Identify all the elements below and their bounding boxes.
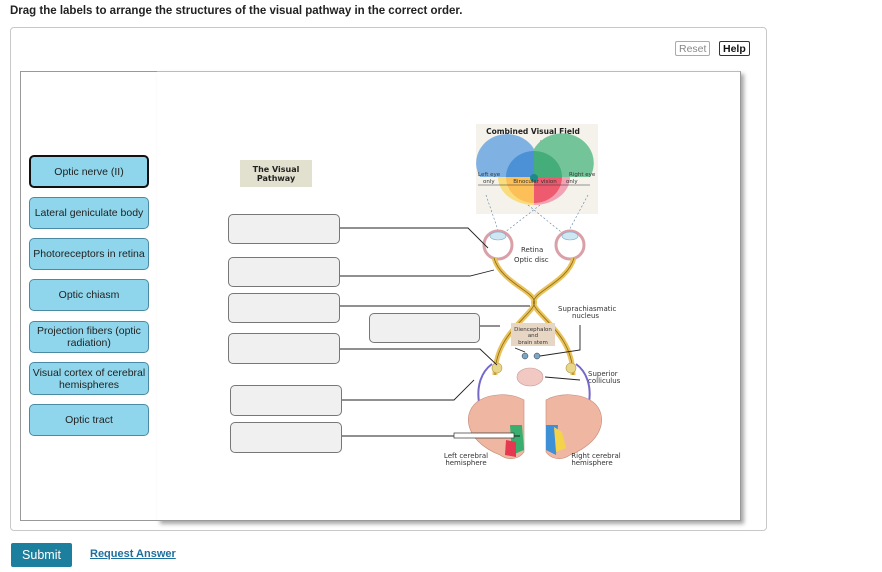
- right-hemisphere: [545, 394, 602, 460]
- diagram-title-line1: The Visual: [253, 165, 300, 174]
- left-eye: [482, 229, 514, 261]
- left-eye-only-label: Left eye: [478, 172, 501, 178]
- superior-colliculus: [516, 367, 544, 387]
- right-eye-only-label2: only: [566, 179, 578, 185]
- retina-label: Retina: [521, 246, 543, 254]
- optic-disc-label: Optic disc: [514, 256, 549, 264]
- left-hemisphere: [468, 394, 525, 460]
- drop-target-5[interactable]: [228, 333, 340, 364]
- drop-target-4[interactable]: [369, 313, 480, 343]
- left-hemisphere-label2: hemisphere: [445, 459, 486, 467]
- visual-pathway-diagram: The Visual Pathway Combined Visual Field…: [240, 124, 621, 467]
- diagram-title-line2: Pathway: [257, 174, 296, 183]
- binocular-label: Binocular vision: [513, 179, 557, 185]
- drop-target-3[interactable]: [228, 293, 340, 323]
- drop-target-7[interactable]: [230, 422, 342, 453]
- diencephalon-label2: and: [528, 333, 538, 339]
- optic-nerves: [491, 257, 577, 376]
- right-eye-only-label: Right eye: [569, 172, 596, 178]
- submit-button[interactable]: Submit: [11, 543, 72, 567]
- diencephalon-label3: brain stem: [518, 340, 548, 346]
- nucleus-right: [533, 352, 541, 360]
- right-eye: [554, 229, 586, 261]
- lateral-geniculate-right: [565, 362, 577, 374]
- nucleus-left: [521, 352, 529, 360]
- drop-target-6[interactable]: [230, 385, 342, 416]
- suprachiasmatic-label2: nucleus: [572, 312, 599, 320]
- right-hemisphere-label2: hemisphere: [571, 459, 612, 467]
- left-eye-only-label2: only: [483, 179, 495, 185]
- drop-target-2[interactable]: [228, 257, 340, 287]
- request-answer-link[interactable]: Request Answer: [90, 548, 176, 560]
- superior-colliculus-label2: colliculus: [588, 377, 621, 385]
- drop-target-1[interactable]: [228, 214, 340, 244]
